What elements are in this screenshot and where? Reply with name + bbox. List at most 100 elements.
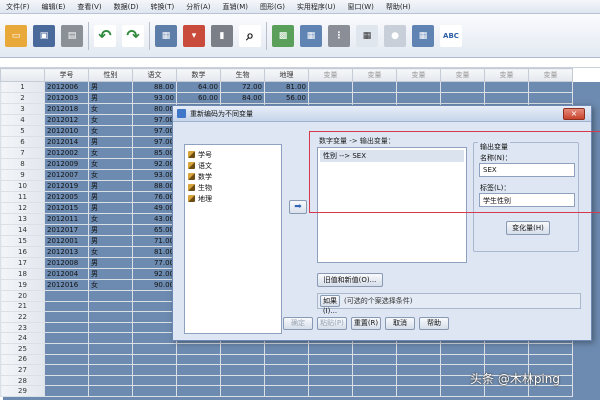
table-cell[interactable] <box>88 332 133 344</box>
table-cell[interactable] <box>352 364 397 376</box>
table-cell[interactable]: 97.00 <box>132 125 177 137</box>
table-cell[interactable] <box>308 385 353 397</box>
table-cell[interactable] <box>220 374 265 387</box>
table-cell[interactable] <box>396 364 441 376</box>
column-header[interactable]: 性别 <box>88 68 133 82</box>
table-cell[interactable] <box>132 385 177 397</box>
print-icon[interactable]: ▤ <box>61 24 83 47</box>
spell-check-icon[interactable]: ABC <box>440 24 462 47</box>
value-labels-icon[interactable]: ▦ <box>356 24 378 47</box>
ok-button[interactable]: 确定 <box>283 317 313 330</box>
table-cell[interactable] <box>132 353 177 366</box>
column-header[interactable]: 变量 <box>440 68 485 82</box>
table-cell[interactable]: 88.00 <box>132 81 177 93</box>
table-cell[interactable]: 2012004 <box>44 268 89 280</box>
table-cell[interactable]: 2012015 <box>44 202 89 214</box>
row-number[interactable]: 13 <box>0 213 45 225</box>
table-cell[interactable] <box>88 342 133 355</box>
save-icon[interactable]: ▣ <box>33 24 55 47</box>
open-icon[interactable]: ▭ <box>5 24 27 47</box>
table-cell[interactable] <box>132 290 177 302</box>
table-icon[interactable]: ▦ <box>300 24 322 47</box>
table-cell[interactable] <box>44 353 89 366</box>
table-cell[interactable]: 2012014 <box>44 136 89 148</box>
table-cell[interactable] <box>396 92 441 104</box>
table-cell[interactable]: 77.00 <box>132 257 177 269</box>
menu-item[interactable]: 分析(A) <box>180 2 216 12</box>
table-cell[interactable] <box>396 374 441 387</box>
table-cell[interactable] <box>352 92 397 104</box>
table-cell[interactable] <box>264 342 309 355</box>
table-cell[interactable]: 2012012 <box>44 114 89 126</box>
row-number[interactable]: 12 <box>0 202 45 214</box>
menu-item[interactable]: 数据(D) <box>108 2 145 12</box>
table-cell[interactable] <box>44 374 89 387</box>
table-cell[interactable] <box>308 364 353 376</box>
table-cell[interactable] <box>352 81 397 93</box>
table-cell[interactable] <box>132 342 177 355</box>
table-cell[interactable] <box>440 385 485 397</box>
table-cell[interactable] <box>352 374 397 387</box>
table-cell[interactable] <box>396 81 441 93</box>
row-number[interactable]: 22 <box>0 311 45 323</box>
table-cell[interactable] <box>176 353 221 366</box>
help-button[interactable]: 帮助 <box>419 317 449 330</box>
table-cell[interactable] <box>132 300 177 313</box>
table-cell[interactable]: 2012019 <box>44 180 89 192</box>
undo-icon[interactable]: ↶ <box>94 24 116 47</box>
column-header[interactable]: 地理 <box>264 68 309 82</box>
row-number[interactable]: 2 <box>0 92 45 104</box>
table-cell[interactable] <box>44 342 89 355</box>
table-cell[interactable] <box>308 353 353 366</box>
table-cell[interactable]: 92.00 <box>132 158 177 170</box>
row-number[interactable]: 11 <box>0 191 45 203</box>
table-cell[interactable] <box>264 364 309 376</box>
table-cell[interactable]: 2012001 <box>44 235 89 247</box>
table-cell[interactable]: 2012005 <box>44 191 89 203</box>
table-cell[interactable] <box>88 290 133 302</box>
menu-item[interactable]: 直销(M) <box>217 2 255 12</box>
table-cell[interactable] <box>44 332 89 344</box>
table-cell[interactable] <box>88 364 133 376</box>
table-cell[interactable] <box>220 385 265 397</box>
row-number[interactable]: 24 <box>0 332 45 344</box>
table-cell[interactable]: 81.00 <box>132 246 177 258</box>
row-number[interactable]: 29 <box>0 385 45 397</box>
table-cell[interactable] <box>396 353 441 366</box>
column-header[interactable]: 学号 <box>44 68 89 82</box>
table-cell[interactable] <box>132 364 177 376</box>
table-cell[interactable] <box>484 81 529 93</box>
table-cell[interactable]: 43.00 <box>132 213 177 225</box>
row-number[interactable]: 23 <box>0 321 45 334</box>
source-variable-list[interactable]: 学号 语文 数学 生物 地理 <box>184 144 282 334</box>
visibility-icon[interactable]: ● <box>384 24 406 47</box>
row-number[interactable]: 8 <box>0 158 45 170</box>
table-cell[interactable]: 84.00 <box>220 92 265 104</box>
table-cell[interactable]: 2012006 <box>44 81 89 93</box>
table-cell[interactable]: 女 <box>88 158 133 170</box>
menu-item[interactable]: 查看(V) <box>71 2 107 12</box>
column-header[interactable]: 生物 <box>220 68 265 82</box>
row-number[interactable]: 15 <box>0 235 45 247</box>
move-variable-button[interactable]: ➡ <box>289 200 307 214</box>
menu-item[interactable]: 文件(F) <box>0 2 36 12</box>
row-number[interactable]: 27 <box>0 364 45 376</box>
table-cell[interactable] <box>528 385 573 397</box>
table-cell[interactable]: 71.00 <box>132 235 177 247</box>
close-button[interactable]: × <box>563 108 585 120</box>
table-cell[interactable] <box>396 342 441 355</box>
table-cell[interactable] <box>396 385 441 397</box>
table-cell[interactable]: 76.00 <box>132 191 177 203</box>
table-cell[interactable] <box>528 81 573 93</box>
table-cell[interactable] <box>176 364 221 376</box>
table-cell[interactable] <box>44 385 89 397</box>
source-variable-item[interactable]: 地理 <box>188 193 278 204</box>
table-cell[interactable] <box>352 342 397 355</box>
row-number[interactable]: 25 <box>0 342 45 355</box>
table-cell[interactable]: 93.00 <box>132 169 177 181</box>
table-cell[interactable] <box>528 92 573 104</box>
table-cell[interactable]: 男 <box>88 224 133 236</box>
table-cell[interactable]: 90.00 <box>132 279 177 291</box>
table-cell[interactable]: 93.00 <box>132 92 177 104</box>
row-number[interactable]: 10 <box>0 180 45 192</box>
